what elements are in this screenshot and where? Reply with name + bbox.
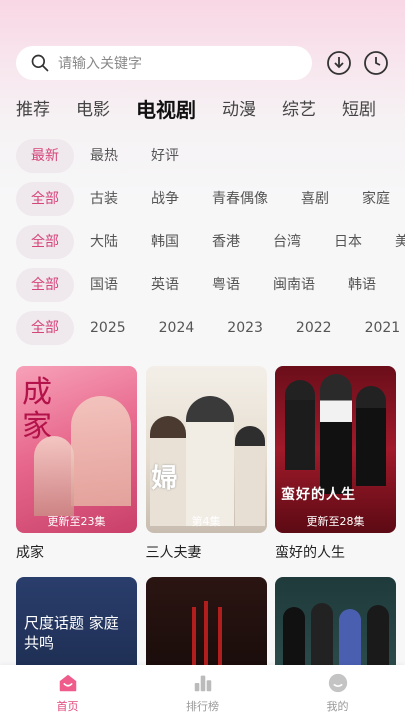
filter-chip[interactable]: 全部 bbox=[16, 225, 74, 259]
tab-recommend[interactable]: 推荐 bbox=[16, 96, 50, 124]
tab-variety[interactable]: 综艺 bbox=[282, 96, 316, 124]
poster-title-art: 尺度话题 家庭共鸣 bbox=[24, 614, 119, 652]
filter-chip[interactable]: 好评 bbox=[151, 139, 179, 173]
poster-title-art: 成家 bbox=[22, 375, 52, 444]
filter-chip[interactable]: 全部 bbox=[16, 268, 74, 302]
filter-chip[interactable]: 粤语 bbox=[212, 268, 240, 302]
download-icon bbox=[327, 51, 351, 75]
search-input[interactable]: 请输入关键字 bbox=[16, 46, 312, 80]
filter-chip[interactable]: 台湾 bbox=[273, 225, 301, 259]
poster-image: 成家 更新至23集 bbox=[16, 366, 137, 533]
nav-home-label: 首页 bbox=[56, 699, 79, 713]
filter-row-sort: 最新 最热 好评 bbox=[16, 139, 405, 173]
filter-row-year: 全部 2025 2024 2023 2022 2021 bbox=[16, 311, 405, 345]
show-title: 蛮好的人生 bbox=[275, 545, 345, 561]
episode-badge: 更新至23集 bbox=[47, 515, 106, 528]
search-row: 请输入关键字 bbox=[16, 46, 396, 80]
filter-chip[interactable]: 大陆 bbox=[90, 225, 118, 259]
show-title: 成家 bbox=[16, 545, 44, 561]
filter-chip[interactable]: 最新 bbox=[16, 139, 74, 173]
filter-chip[interactable]: 香港 bbox=[212, 225, 240, 259]
filter-chip[interactable]: 美 bbox=[395, 225, 405, 259]
filter-chip[interactable]: 战争 bbox=[151, 182, 179, 216]
filter-row-language: 全部 国语 英语 粤语 闽南语 韩语 bbox=[16, 268, 405, 302]
poster-image[interactable] bbox=[275, 577, 396, 667]
filter-chip[interactable]: 2021 bbox=[365, 311, 401, 345]
nav-ranking[interactable]: 排行榜 bbox=[163, 672, 243, 714]
clock-icon bbox=[364, 51, 388, 75]
filter-row-genre: 全部 古装 战争 青春偶像 喜剧 家庭 bbox=[16, 182, 405, 216]
filter-chip[interactable]: 青春偶像 bbox=[212, 182, 268, 216]
search-icon bbox=[31, 54, 49, 72]
bar-chart-icon bbox=[194, 675, 211, 691]
filter-chip[interactable]: 最热 bbox=[90, 139, 118, 173]
show-card[interactable]: 蛮好的人生 更新至28集 蛮好的人生 bbox=[275, 366, 396, 562]
filter-chip[interactable]: 2022 bbox=[296, 311, 332, 345]
bottom-nav: 首页 排行榜 我的 bbox=[0, 665, 405, 720]
tab-anime[interactable]: 动漫 bbox=[222, 96, 256, 124]
filter-chip[interactable]: 国语 bbox=[90, 268, 118, 302]
tab-short[interactable]: 短剧 bbox=[342, 96, 376, 124]
category-tabs: 推荐 电影 电视剧 动漫 综艺 短剧 bbox=[16, 96, 405, 124]
filter-chip[interactable]: 英语 bbox=[151, 268, 179, 302]
smiley-icon bbox=[328, 673, 347, 692]
show-card[interactable]: 成家 更新至23集 成家 bbox=[16, 366, 137, 562]
episode-badge: 更新至28集 bbox=[306, 515, 365, 528]
filter-chip[interactable]: 全部 bbox=[16, 311, 74, 345]
poster-image[interactable]: 尺度话题 家庭共鸣 bbox=[16, 577, 137, 667]
nav-home[interactable]: 首页 bbox=[28, 672, 108, 714]
history-button[interactable] bbox=[361, 48, 391, 78]
poster-image[interactable] bbox=[145, 577, 267, 667]
filter-chip[interactable]: 日本 bbox=[334, 225, 362, 259]
filter-chip[interactable]: 古装 bbox=[90, 182, 118, 216]
nav-profile-label: 我的 bbox=[326, 699, 349, 713]
filter-chip[interactable]: 2023 bbox=[227, 311, 263, 345]
show-grid: 成家 更新至23集 成家 婦 第4集 三人夫妻 蛮好的人生 更新至28集 蛮好的… bbox=[16, 366, 396, 562]
filter-chip[interactable]: 2025 bbox=[90, 311, 126, 345]
nav-profile[interactable]: 我的 bbox=[298, 672, 378, 714]
tab-movie[interactable]: 电影 bbox=[76, 96, 110, 124]
tab-tv[interactable]: 电视剧 bbox=[136, 96, 196, 124]
filter-chip[interactable]: 韩语 bbox=[348, 268, 376, 302]
nav-ranking-label: 排行榜 bbox=[186, 699, 219, 713]
filter-chip[interactable]: 韩国 bbox=[151, 225, 179, 259]
show-grid-row-2: 尺度话题 家庭共鸣 bbox=[16, 577, 396, 667]
search-placeholder: 请输入关键字 bbox=[58, 56, 142, 72]
poster-title-art: 婦 bbox=[151, 464, 178, 494]
show-card[interactable]: 婦 第4集 三人夫妻 bbox=[145, 366, 267, 562]
poster-image: 蛮好的人生 更新至28集 bbox=[275, 366, 396, 533]
filter-chip[interactable]: 2024 bbox=[159, 311, 195, 345]
poster-image: 婦 第4集 bbox=[145, 366, 267, 533]
filter-chip[interactable]: 喜剧 bbox=[301, 182, 329, 216]
poster-title-art: 蛮好的人生 bbox=[281, 487, 356, 503]
filter-chip[interactable]: 家庭 bbox=[362, 182, 390, 216]
show-title: 三人夫妻 bbox=[145, 545, 202, 561]
filter-row-region: 全部 大陆 韩国 香港 台湾 日本 美 bbox=[16, 225, 405, 259]
episode-badge: 第4集 bbox=[191, 515, 221, 528]
download-button[interactable] bbox=[324, 48, 354, 78]
filter-chip[interactable]: 全部 bbox=[16, 182, 74, 216]
filter-chip[interactable]: 闽南语 bbox=[273, 268, 315, 302]
home-icon bbox=[59, 674, 76, 691]
